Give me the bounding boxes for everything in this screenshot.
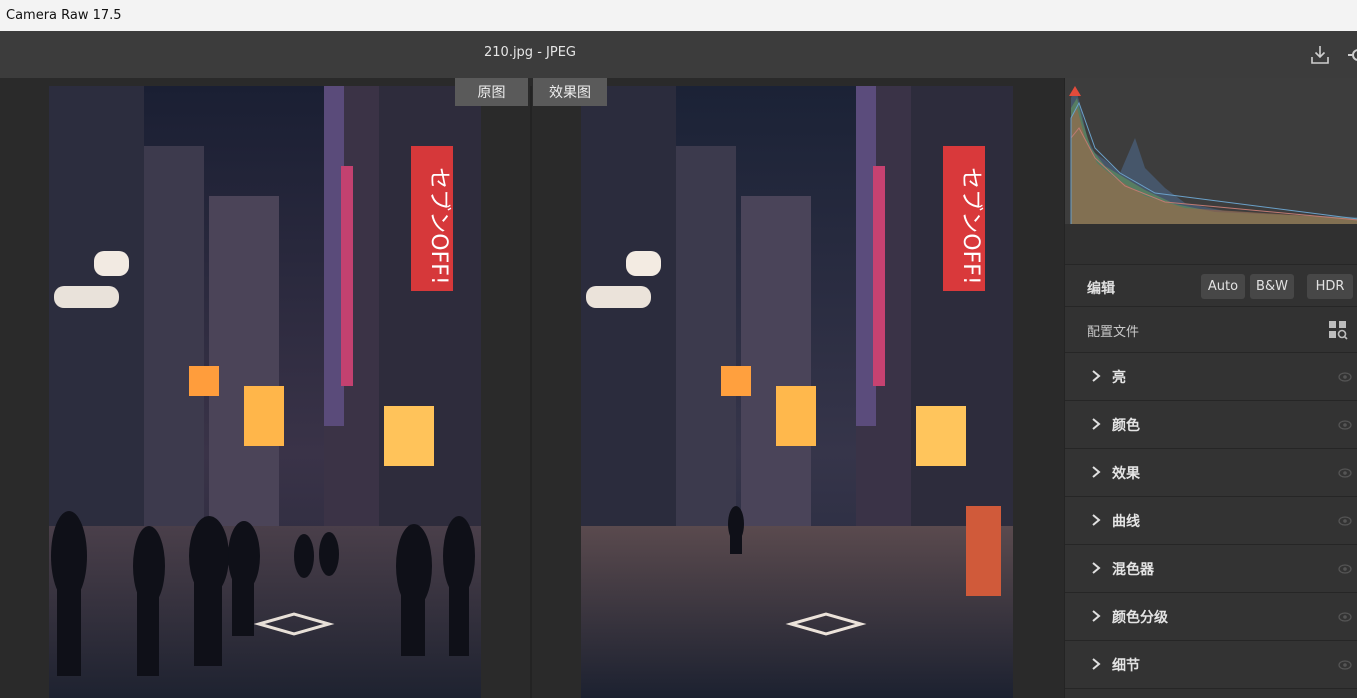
section-label: 亮 — [1112, 370, 1126, 386]
section-color[interactable]: 颜色 — [1065, 401, 1357, 449]
compare-divider[interactable] — [530, 86, 532, 698]
chevron-right-icon — [1092, 466, 1101, 478]
profile-row[interactable]: 配置文件 — [1065, 307, 1357, 353]
chevron-right-icon — [1092, 610, 1101, 622]
svg-text:セブンOFF!: セブンOFF! — [958, 167, 983, 284]
svg-text:セブンOFF!: セブンOFF! — [426, 167, 451, 284]
tab-edited[interactable]: 效果图 — [533, 78, 607, 106]
chevron-right-icon — [1092, 370, 1101, 382]
gear-icon[interactable] — [1346, 43, 1357, 67]
section-label: 颜色 — [1112, 418, 1140, 434]
panel-sections: 亮 颜色 效果 曲线 混色器 颜色分级 细节 — [1065, 353, 1357, 689]
window-titlebar: Camera Raw 17.5 — [0, 0, 1357, 31]
eye-icon[interactable] — [1338, 371, 1352, 383]
section-label: 混色器 — [1112, 562, 1154, 578]
edit-panel: 编辑 Auto B&W HDR 配置文件 亮 颜色 效果 曲线 混色器 颜色分级… — [1064, 78, 1357, 698]
section-effects[interactable]: 效果 — [1065, 449, 1357, 497]
app-title: Camera Raw 17.5 — [6, 8, 122, 23]
section-label: 颜色分级 — [1112, 610, 1168, 626]
section-label: 曲线 — [1112, 514, 1140, 530]
eye-icon[interactable] — [1338, 563, 1352, 575]
eye-icon[interactable] — [1338, 611, 1352, 623]
section-detail[interactable]: 细节 — [1065, 641, 1357, 689]
image-canvas: セブンOFF! セブンOFF! 原图 效果图 — [0, 78, 1064, 698]
tab-original[interactable]: 原图 — [455, 78, 528, 106]
edited-photo: セブンOFF! — [581, 86, 1013, 698]
section-light[interactable]: 亮 — [1065, 353, 1357, 401]
section-color-grading[interactable]: 颜色分级 — [1065, 593, 1357, 641]
file-title: 210.jpg - JPEG — [484, 45, 576, 60]
bw-button[interactable]: B&W — [1250, 274, 1294, 299]
eye-icon[interactable] — [1338, 515, 1352, 527]
profile-browser-icon[interactable] — [1328, 320, 1348, 340]
chevron-right-icon — [1092, 658, 1101, 670]
eye-icon[interactable] — [1338, 659, 1352, 671]
chevron-right-icon — [1092, 562, 1101, 574]
auto-button[interactable]: Auto — [1201, 274, 1245, 299]
hdr-button[interactable]: HDR — [1307, 274, 1353, 299]
section-curve[interactable]: 曲线 — [1065, 497, 1357, 545]
section-label: 细节 — [1112, 658, 1140, 674]
section-label: 效果 — [1112, 466, 1140, 482]
chevron-right-icon — [1092, 514, 1101, 526]
export-icon[interactable] — [1308, 43, 1332, 67]
original-photo: セブンOFF! — [49, 86, 481, 698]
section-mixer[interactable]: 混色器 — [1065, 545, 1357, 593]
edit-label: 编辑 — [1087, 281, 1115, 297]
eye-icon[interactable] — [1338, 419, 1352, 431]
histogram — [1065, 78, 1357, 224]
edit-header: 编辑 Auto B&W HDR — [1065, 265, 1357, 307]
chevron-right-icon — [1092, 418, 1101, 430]
top-toolbar: 210.jpg - JPEG — [0, 31, 1357, 78]
eye-icon[interactable] — [1338, 467, 1352, 479]
histogram-footer — [1065, 224, 1357, 265]
profile-label: 配置文件 — [1087, 325, 1140, 340]
